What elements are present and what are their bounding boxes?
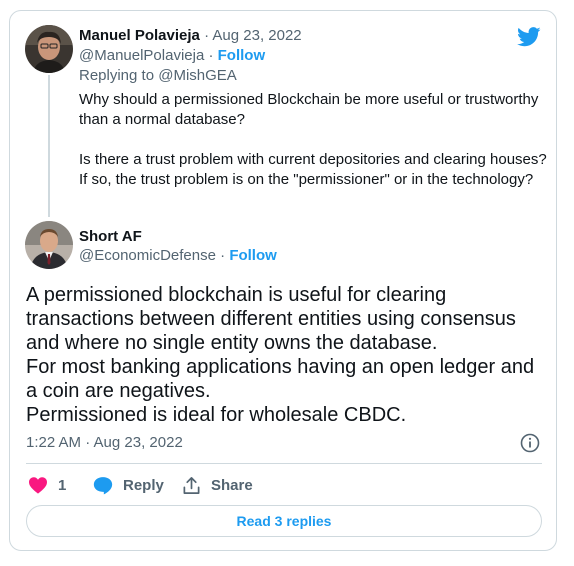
- quoted-author-name[interactable]: Manuel Polavieja: [79, 27, 200, 44]
- follow-button-main[interactable]: Follow: [229, 247, 277, 264]
- share-arrow-icon: [183, 476, 200, 494]
- quoted-tweet-date[interactable]: · Aug 23, 2022: [204, 27, 302, 44]
- divider: [26, 463, 542, 464]
- separator-dot: ·: [220, 247, 226, 264]
- reply-label: Reply: [123, 476, 164, 494]
- share-label: Share: [211, 476, 253, 494]
- main-tweet-line: Permissioned is ideal for wholesale CBDC…: [26, 404, 407, 426]
- main-author-name[interactable]: Short AF: [79, 228, 142, 245]
- like-count: 1: [58, 476, 67, 494]
- quoted-author-row: Manuel Polavieja · Aug 23, 2022: [79, 26, 302, 46]
- avatar-manuel-polavieja[interactable]: [25, 25, 73, 73]
- heart-icon: [29, 477, 47, 494]
- main-tweet-line: and where no single entity owns the data…: [26, 332, 438, 354]
- main-handle-row: @EconomicDefense · Follow: [79, 246, 277, 266]
- thread-connector-line: [48, 75, 50, 217]
- reply-button[interactable]: Reply: [93, 474, 164, 496]
- main-tweet-line: a coin are negatives.: [26, 380, 211, 402]
- replying-to-prefix: Replying to: [79, 67, 159, 84]
- read-replies-button[interactable]: Read 3 replies: [26, 505, 542, 537]
- speech-bubble-icon: [93, 476, 113, 494]
- main-tweet-line: transactions between different entities …: [26, 308, 516, 330]
- quoted-paragraph-1: Why should a permissioned Blockchain be …: [79, 91, 539, 128]
- tweet-timestamp[interactable]: 1:22 AM · Aug 23, 2022: [26, 433, 183, 453]
- share-button[interactable]: Share: [182, 474, 253, 496]
- avatar-short-af[interactable]: [25, 221, 73, 269]
- twitter-bird-icon[interactable]: [517, 26, 541, 48]
- quoted-handle-row: @ManuelPolavieja · Follow: [79, 46, 265, 66]
- main-tweet-text: A permissioned blockchain is useful for …: [26, 283, 546, 427]
- quoted-tweet-text: Why should a permissioned Blockchain be …: [79, 90, 549, 190]
- quoted-author-handle[interactable]: @ManuelPolavieja: [79, 47, 204, 64]
- quoted-paragraph-2: Is there a trust problem with current de…: [79, 151, 547, 188]
- replying-to-handle[interactable]: @MishGEA: [158, 67, 237, 84]
- separator-dot: ·: [208, 47, 214, 64]
- main-author-row: Short AF: [79, 227, 142, 247]
- main-tweet-line: A permissioned blockchain is useful for …: [26, 284, 447, 306]
- main-author-handle[interactable]: @EconomicDefense: [79, 247, 216, 264]
- follow-button-quoted[interactable]: Follow: [218, 47, 266, 64]
- replying-to: Replying to @MishGEA: [79, 66, 237, 86]
- like-button[interactable]: 1: [28, 474, 66, 496]
- info-icon[interactable]: [520, 433, 540, 453]
- main-tweet-line: For most banking applications having an …: [26, 356, 535, 378]
